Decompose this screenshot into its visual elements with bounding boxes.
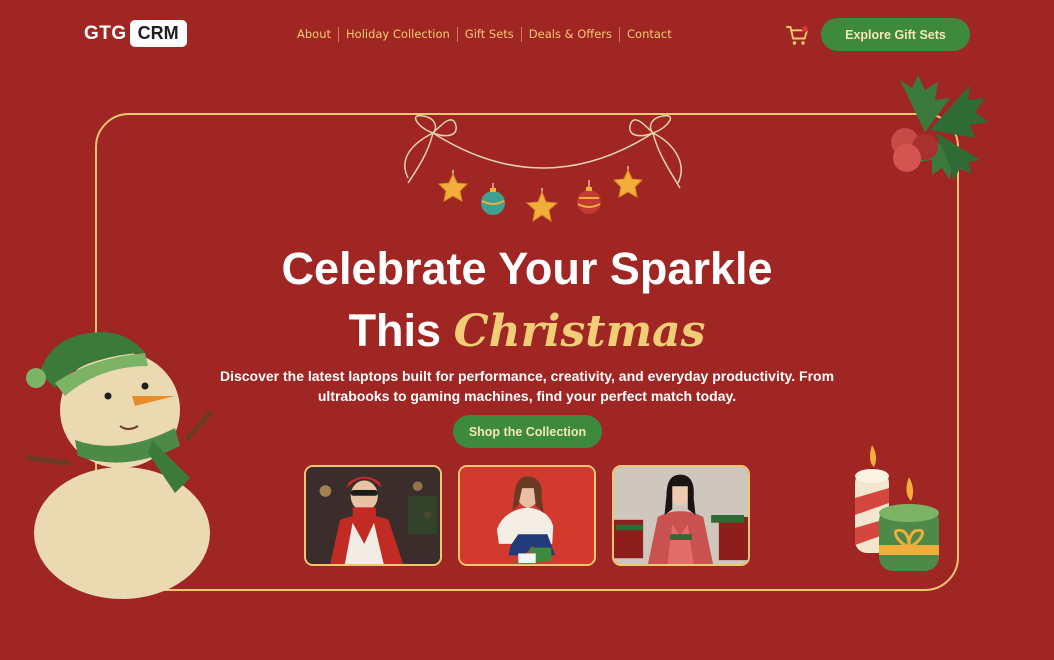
candles-illustration: [843, 443, 948, 578]
headline-this: This: [348, 305, 442, 356]
nav-contact[interactable]: Contact: [619, 27, 679, 42]
headline-christmas: Christmas: [453, 306, 706, 357]
nav-holiday-collection[interactable]: Holiday Collection: [338, 27, 457, 42]
explore-gift-sets-button[interactable]: Explore Gift Sets: [821, 18, 970, 51]
main-nav: About Holiday Collection Gift Sets Deals…: [297, 27, 679, 42]
shop-collection-button[interactable]: Shop the Collection: [453, 415, 602, 448]
snowman-illustration: [20, 328, 235, 603]
cart-icon[interactable]: [786, 24, 810, 48]
gallery-photo-1[interactable]: [304, 465, 442, 566]
logo[interactable]: GTG CRM: [84, 20, 187, 47]
nav-deals-offers[interactable]: Deals & Offers: [520, 27, 619, 42]
logo-text-crm: CRM: [129, 20, 187, 47]
garland-decoration: [398, 108, 688, 233]
nav-about[interactable]: About: [297, 27, 338, 42]
gallery-photo-2[interactable]: [458, 465, 596, 566]
holly-decoration: [880, 70, 995, 185]
photo-gallery: [304, 465, 750, 566]
gallery-photo-3[interactable]: [612, 465, 750, 566]
headline-line1: Celebrate Your Sparkle: [281, 243, 773, 294]
hero-description: Discover the latest laptops built for pe…: [219, 368, 835, 404]
nav-gift-sets[interactable]: Gift Sets: [456, 27, 521, 42]
logo-text-gtg: GTG: [84, 22, 127, 44]
